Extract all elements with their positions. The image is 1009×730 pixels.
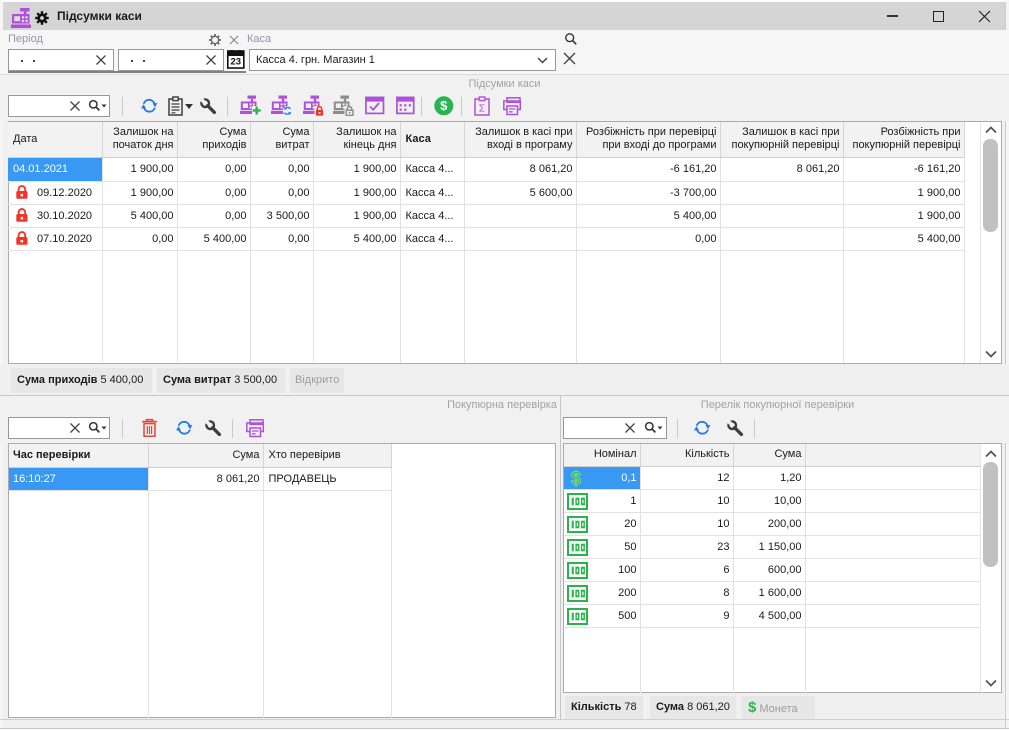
svg-text:$: $	[571, 469, 581, 488]
svg-text:$: $	[440, 98, 448, 113]
svg-text:Σ: Σ	[479, 103, 486, 115]
svg-text:23: 23	[231, 57, 242, 68]
